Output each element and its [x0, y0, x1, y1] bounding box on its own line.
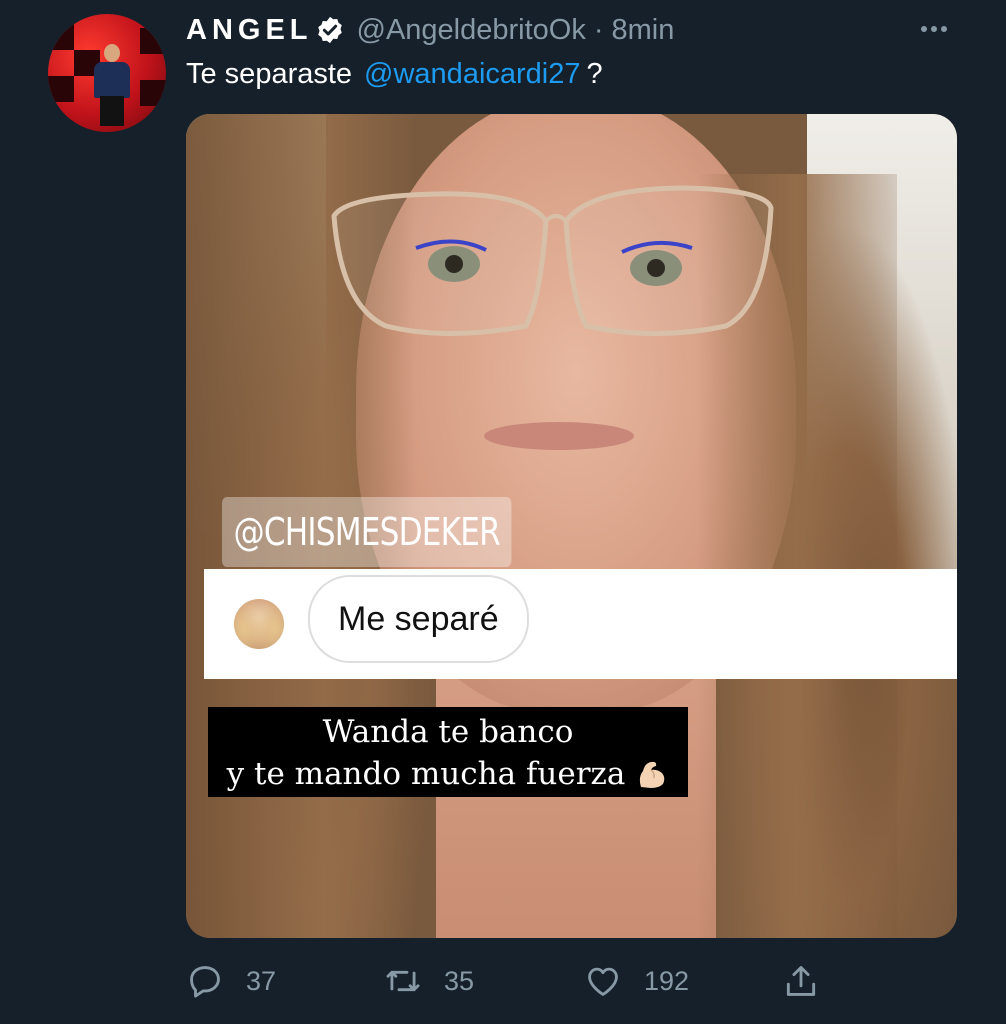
reply-icon: [190, 966, 220, 998]
avatar-person-legs: [100, 96, 124, 126]
like-icon: [588, 967, 618, 996]
avatar-person-head: [104, 44, 120, 62]
author-handle[interactable]: @AngeldebritoOk: [357, 14, 586, 47]
watermark-label: @CHISMESDEKER: [222, 497, 512, 567]
reply-bubble: Me separé: [308, 575, 529, 663]
like-count: 192: [644, 965, 690, 996]
avatar-bg-tile: [140, 80, 166, 106]
photo-lips: [484, 422, 634, 450]
story-reply-strip: Me separé: [204, 569, 957, 679]
story-caption: Wanda te banco y te mando mucha fuerza: [208, 707, 688, 797]
reply-avatar: [234, 599, 284, 649]
separator-dot: ·: [593, 13, 604, 46]
tweet-text: Te separaste @wandaicardi27?: [186, 58, 603, 91]
reply-avatar-hair: [234, 599, 284, 649]
more-icon-dot: [931, 26, 937, 32]
avatar-bg-tile: [140, 28, 166, 54]
reply-button[interactable]: 37: [186, 956, 276, 1006]
tweet-media-image[interactable]: @CHISMESDEKER Me separé Wanda te banco y…: [186, 114, 957, 938]
share-icon: [786, 966, 816, 996]
avatar-bg-tile: [48, 76, 74, 102]
tweet-text-after: ?: [586, 58, 603, 90]
share-button[interactable]: [782, 956, 820, 1006]
retweet-button[interactable]: 35: [384, 956, 474, 1006]
tweet-header: ANGEL @AngeldebritoOk · 8min: [186, 10, 674, 50]
mention-link[interactable]: @wandaicardi27: [364, 58, 580, 90]
author-avatar[interactable]: [48, 14, 166, 132]
like-button[interactable]: 192: [584, 956, 689, 1006]
more-icon-dot: [941, 26, 947, 32]
more-icon: [921, 26, 927, 32]
photo-glasses: [331, 185, 774, 336]
tweet-actions: 37 35 192: [186, 956, 826, 1006]
flexed-biceps-emoji: [640, 761, 665, 788]
caption-line-1: Wanda te banco: [322, 714, 574, 750]
author-display-name[interactable]: ANGEL: [186, 14, 313, 47]
avatar-person-body: [94, 62, 130, 98]
tweet-timestamp[interactable]: 8min: [612, 14, 675, 47]
caption-line-2: y te mando mucha fuerza: [226, 756, 626, 792]
caption-line-2-wrap: y te mando mucha fuerza: [208, 753, 688, 795]
verified-badge-icon: [317, 16, 342, 44]
reply-count: 37: [246, 965, 277, 996]
tweet-text-before: Te separaste: [186, 58, 353, 90]
more-options-button[interactable]: [914, 14, 954, 44]
avatar-bg-tile: [48, 24, 74, 50]
retweet-icon: [386, 970, 420, 992]
tweet: ANGEL @AngeldebritoOk · 8min Te separast…: [0, 0, 1006, 1024]
retweet-count: 35: [444, 965, 475, 996]
